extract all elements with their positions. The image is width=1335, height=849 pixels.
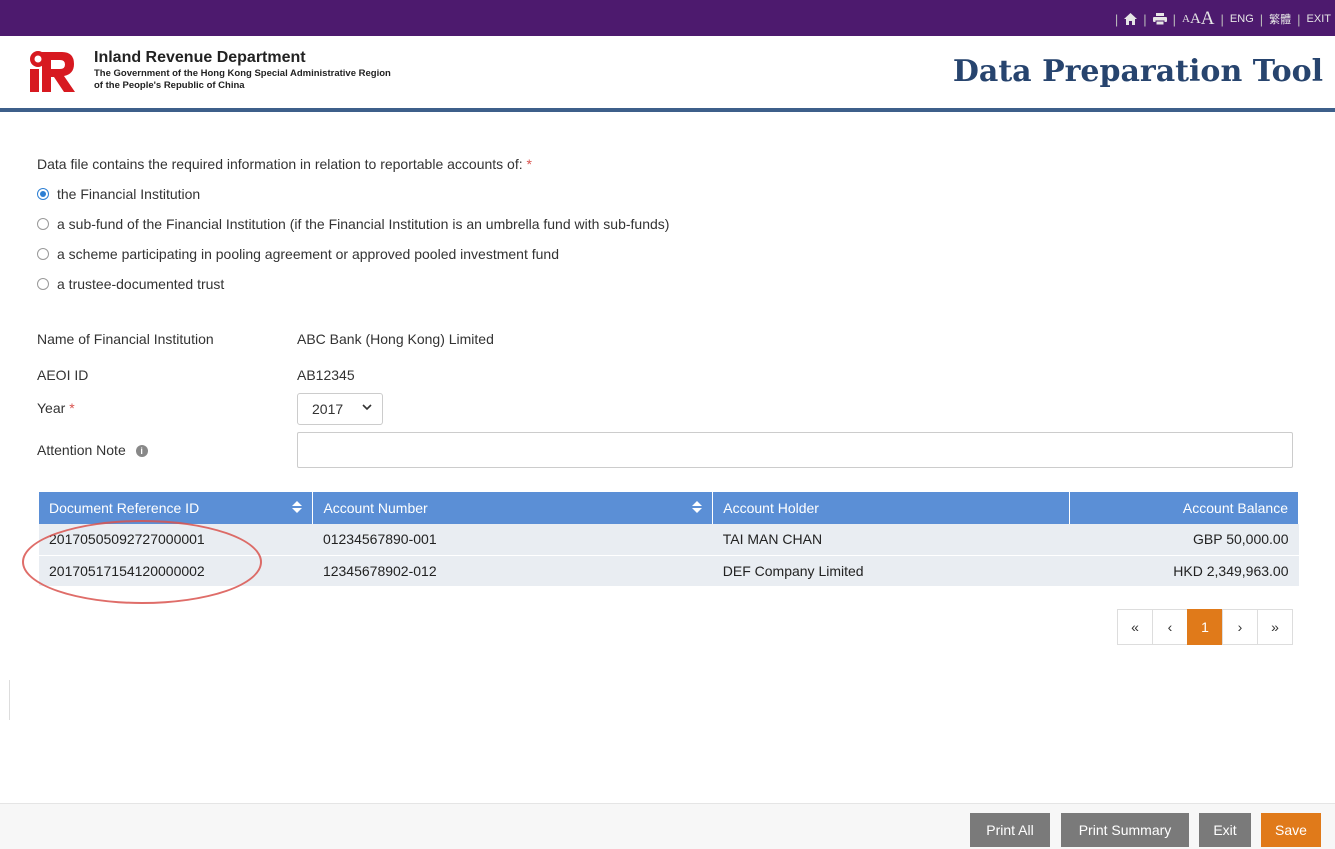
chevron-down-icon	[362, 402, 372, 414]
year-selected-value: 2017	[312, 401, 344, 417]
radio-label: a sub-fund of the Financial Institution …	[57, 216, 670, 232]
table-row[interactable]: 20170505092727000001 01234567890-001 TAI…	[39, 524, 1299, 556]
aeoi-id-label: AEOI ID	[37, 367, 89, 383]
sort-icon[interactable]	[292, 501, 303, 515]
page-title: Data Preparation Tool	[952, 54, 1323, 89]
sort-icon[interactable]	[692, 501, 703, 515]
lang-eng-link[interactable]: ENG	[1230, 13, 1254, 25]
required-mark: *	[69, 400, 75, 416]
radio-button[interactable]	[37, 278, 49, 290]
utility-tools: | | | A A A | ENG | 繁體 | EXIT	[1114, 8, 1331, 30]
page-first-button[interactable]: «	[1117, 609, 1153, 645]
column-header-label: Account Holder	[723, 500, 819, 516]
dept-subtitle-line1: The Government of the Hong Kong Special …	[94, 68, 391, 79]
radio-label: a trustee-documented trust	[57, 276, 225, 292]
cell-account-balance: GBP 50,000.00	[1069, 524, 1299, 556]
radio-button[interactable]	[37, 188, 49, 200]
print-icon[interactable]	[1152, 13, 1167, 25]
radio-label: a scheme participating in pooling agreem…	[57, 246, 559, 262]
font-size-controls: A A A	[1182, 8, 1215, 30]
fi-name-label: Name of Financial Institution	[37, 331, 214, 347]
radio-option-trust[interactable]: a trustee-documented trust	[37, 276, 224, 292]
radio-option-sub-fund[interactable]: a sub-fund of the Financial Institution …	[37, 216, 669, 232]
cell-account-holder: DEF Company Limited	[712, 555, 1070, 587]
font-large-button[interactable]: A	[1201, 8, 1215, 30]
accounts-table: Document Reference ID Account Number Acc…	[39, 492, 1299, 587]
dept-name: Inland Revenue Department	[94, 49, 306, 66]
print-all-button[interactable]: Print All	[970, 813, 1050, 847]
column-header-label: Account Number	[323, 500, 428, 516]
year-label-text: Year	[37, 400, 66, 416]
cell-doc-ref: 20170505092727000001	[39, 524, 313, 556]
ird-logo	[30, 51, 75, 92]
cell-account-balance: HKD 2,349,963.00	[1069, 555, 1299, 587]
cell-account-holder: TAI MAN CHAN	[712, 524, 1070, 556]
dept-subtitle-line2: of the People's Republic of China	[94, 80, 245, 91]
cell-account-number: 12345678902-012	[312, 555, 713, 587]
top-utility-bar: | | | A A A | ENG | 繁體 | EXIT	[0, 0, 1335, 36]
attention-note-text: Attention Note	[37, 442, 126, 458]
page-prev-button[interactable]: ‹	[1152, 609, 1188, 645]
radio-button[interactable]	[37, 248, 49, 260]
radio-button[interactable]	[37, 218, 49, 230]
exit-link[interactable]: EXIT	[1307, 13, 1331, 25]
font-medium-button[interactable]: A	[1190, 11, 1201, 28]
column-header-label: Account Balance	[1182, 500, 1288, 516]
divider	[9, 680, 10, 720]
year-label: Year *	[37, 400, 75, 416]
pagination: « ‹ 1 › »	[1117, 609, 1293, 645]
home-icon[interactable]	[1124, 13, 1138, 25]
attention-note-label: Attention Note i	[37, 442, 148, 458]
aeoi-id-value: AB12345	[297, 367, 355, 383]
cell-doc-ref: 20170517154120000002	[39, 555, 313, 587]
radio-label: the Financial Institution	[57, 186, 201, 202]
info-icon[interactable]: i	[135, 445, 148, 458]
attention-note-field[interactable]	[297, 432, 1293, 468]
question-text: Data file contains the required informat…	[37, 156, 523, 172]
reportable-accounts-question: Data file contains the required informat…	[37, 156, 532, 172]
exit-button[interactable]: Exit	[1199, 813, 1251, 847]
column-header-doc-ref[interactable]: Document Reference ID	[39, 492, 314, 524]
column-header-account-number[interactable]: Account Number	[312, 492, 714, 524]
print-summary-button[interactable]: Print Summary	[1061, 813, 1189, 847]
table-header-row: Document Reference ID Account Number Acc…	[39, 492, 1299, 524]
page-header: Inland Revenue Department The Government…	[0, 36, 1335, 112]
page-current-button[interactable]: 1	[1187, 609, 1223, 645]
year-select[interactable]: 2017	[297, 393, 383, 425]
table-row[interactable]: 20170517154120000002 12345678902-012 DEF…	[39, 555, 1299, 587]
radio-option-scheme[interactable]: a scheme participating in pooling agreem…	[37, 246, 559, 262]
column-header-account-balance: Account Balance	[1069, 492, 1299, 524]
column-header-account-holder: Account Holder	[712, 492, 1071, 524]
page-next-button[interactable]: ›	[1222, 609, 1258, 645]
page-last-button[interactable]: »	[1257, 609, 1293, 645]
fi-name-value: ABC Bank (Hong Kong) Limited	[297, 331, 494, 347]
radio-option-financial-institution[interactable]: the Financial Institution	[37, 186, 200, 202]
font-small-button[interactable]: A	[1182, 13, 1190, 25]
column-header-label: Document Reference ID	[49, 500, 200, 516]
save-button[interactable]: Save	[1261, 813, 1321, 847]
lang-tc-link[interactable]: 繁體	[1269, 11, 1291, 27]
required-mark: *	[526, 156, 532, 172]
cell-account-number: 01234567890-001	[312, 524, 713, 556]
